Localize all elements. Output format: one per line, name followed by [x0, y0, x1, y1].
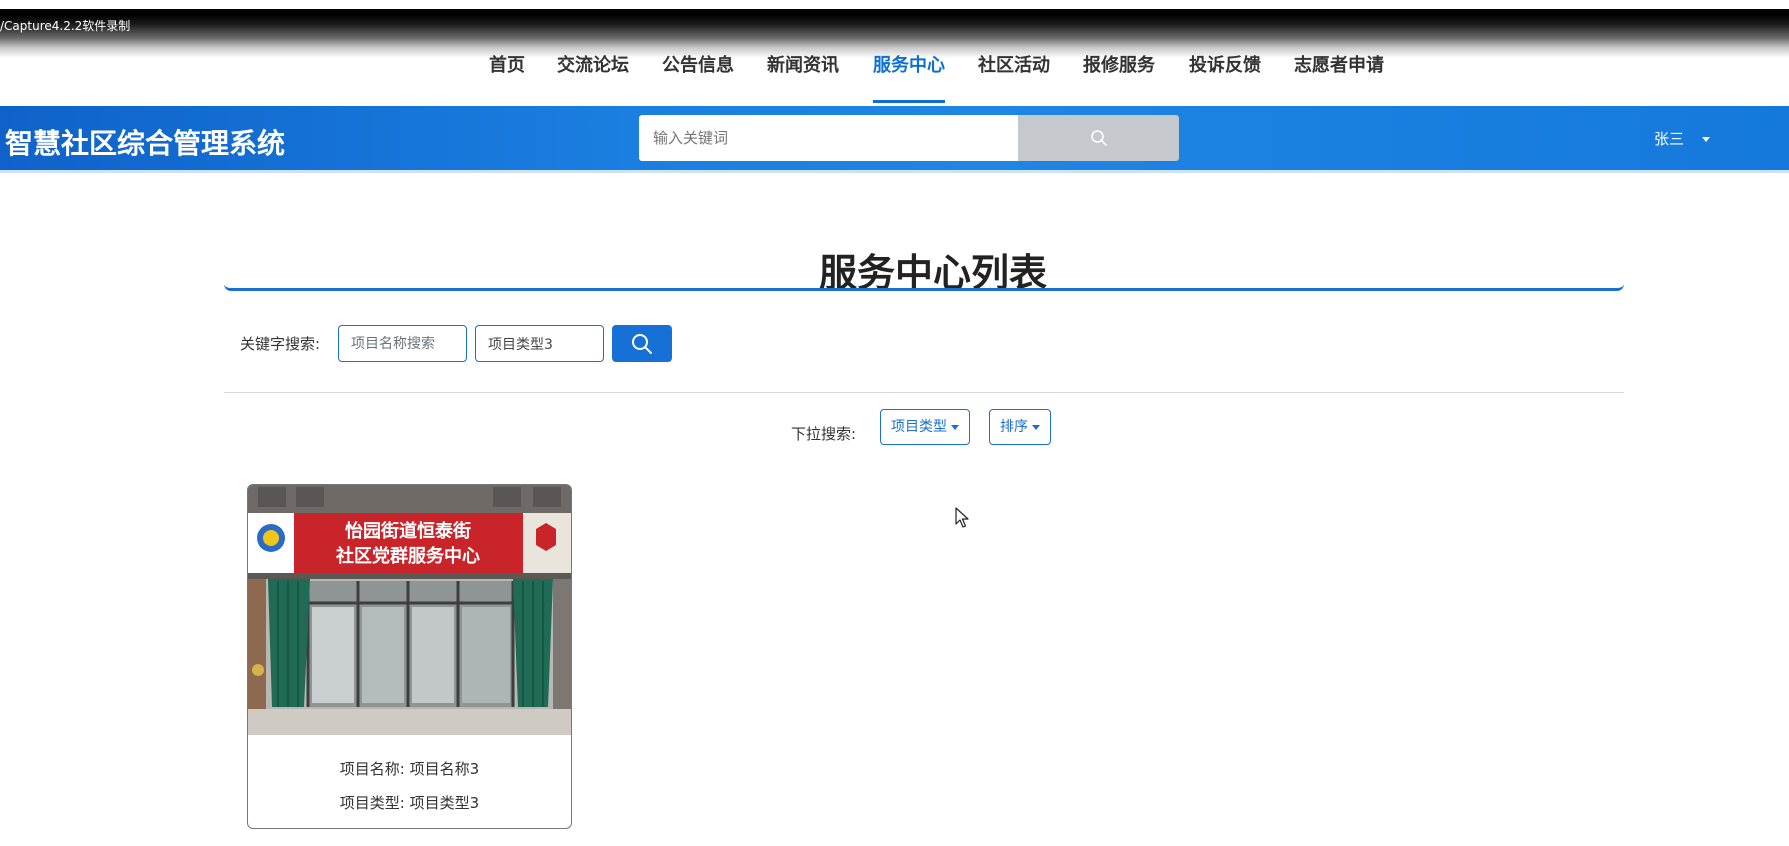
sign-line-2: 社区党群服务中心: [336, 545, 480, 567]
card-project-type: 项目类型: 项目类型3: [248, 792, 571, 813]
nav-item-news[interactable]: 新闻资讯: [767, 52, 839, 92]
header-search-input[interactable]: [639, 115, 1018, 161]
project-name-value: 项目名称3: [409, 760, 480, 778]
search-icon: [632, 333, 652, 354]
site-title: 智慧社区综合管理系统: [5, 127, 286, 160]
main-nav: 首页 交流论坛 公告信息 新闻资讯 服务中心 社区活动 报修服务 投诉反馈 志愿…: [0, 44, 1789, 103]
user-menu[interactable]: 张三: [1654, 128, 1711, 149]
user-name: 张三: [1654, 130, 1685, 148]
sort-dropdown[interactable]: 排序: [989, 409, 1051, 445]
project-type-label: 项目类型:: [339, 794, 405, 812]
caret-down-icon: [1032, 424, 1040, 430]
mouse-cursor-icon: [955, 507, 969, 528]
keyword-search-label: 关键字搜索:: [240, 335, 321, 353]
nav-item-volunteer[interactable]: 志愿者申请: [1294, 52, 1384, 92]
window-top-edge: [0, 0, 1789, 9]
project-type-search-input[interactable]: [475, 325, 604, 362]
service-center-photo: 怡园街道恒泰街 社区党群服务中心: [248, 485, 571, 735]
header-search-button[interactable]: [1018, 115, 1179, 161]
nav-item-forum[interactable]: 交流论坛: [557, 52, 629, 92]
header-banner: 智慧社区综合管理系统 张三: [0, 106, 1789, 170]
project-name-search-input[interactable]: [338, 325, 467, 362]
sort-dropdown-label: 排序: [1000, 419, 1028, 435]
nav-item-notices[interactable]: 公告信息: [662, 52, 734, 92]
caret-down-icon: [951, 424, 959, 430]
card-project-name: 项目名称: 项目名称3: [248, 758, 571, 779]
search-icon: [1090, 130, 1107, 146]
recorder-watermark: /Capture4.2.2软件录制: [0, 19, 131, 33]
sign-line-1: 怡园街道恒泰街: [345, 520, 471, 542]
project-name-label: 项目名称:: [339, 760, 405, 778]
keyword-search-button[interactable]: [612, 325, 672, 362]
section-divider: [224, 392, 1624, 393]
service-card[interactable]: 怡园街道恒泰街 社区党群服务中心 项目名称: 项目名称3 项目类型: 项目类型3: [247, 484, 572, 829]
nav-item-service-center[interactable]: 服务中心: [873, 52, 945, 103]
banner-divider: [0, 170, 1789, 173]
nav-item-community-activities[interactable]: 社区活动: [978, 52, 1050, 92]
project-type-value: 项目类型3: [409, 794, 480, 812]
nav-item-repair-service[interactable]: 报修服务: [1083, 52, 1155, 92]
project-type-dropdown-label: 项目类型: [891, 419, 947, 435]
project-type-dropdown[interactable]: 项目类型: [880, 409, 970, 445]
dropdown-search-label: 下拉搜索:: [791, 425, 857, 443]
caret-down-icon: [1702, 137, 1711, 142]
nav-item-home[interactable]: 首页: [489, 52, 525, 92]
nav-item-complaints[interactable]: 投诉反馈: [1189, 52, 1261, 92]
title-underline: [224, 284, 1624, 291]
